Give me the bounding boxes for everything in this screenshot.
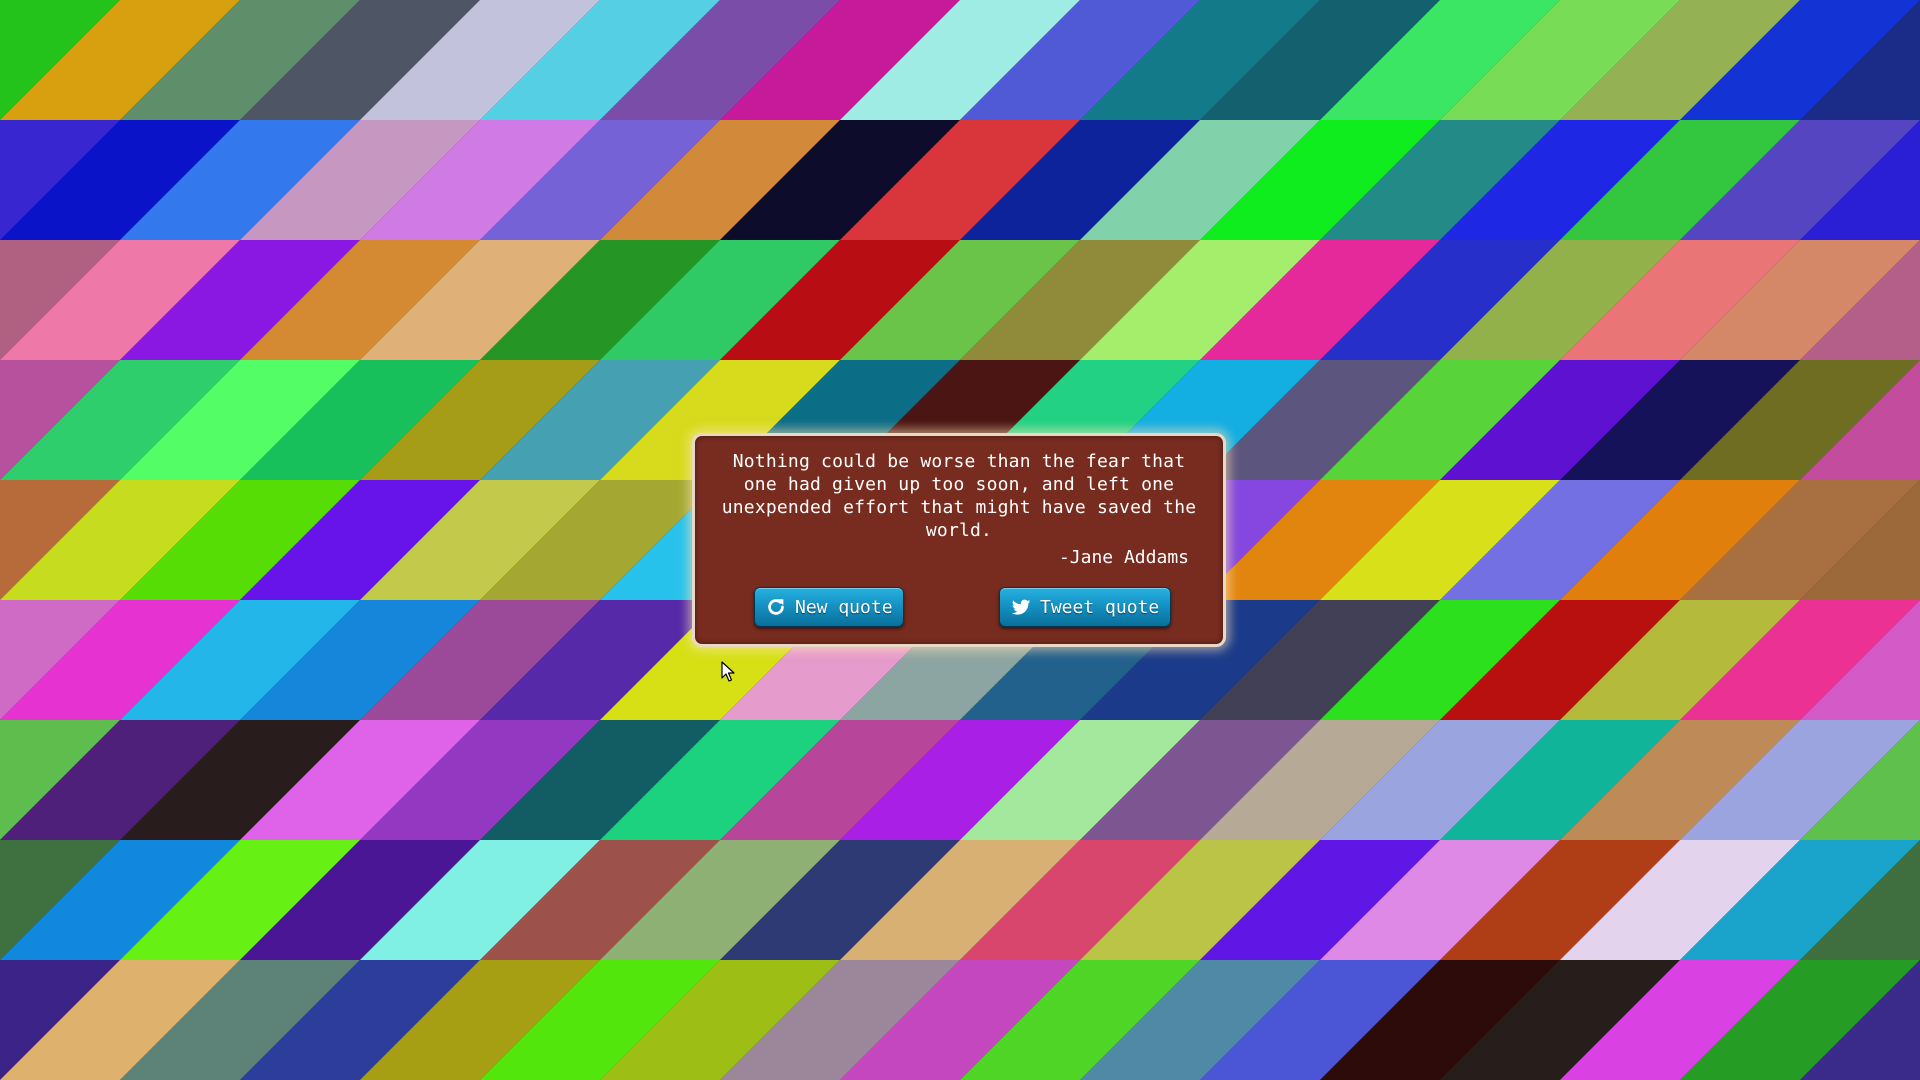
new-quote-label: New quote — [795, 596, 893, 618]
quote-text: Nothing could be worse than the fear tha… — [721, 451, 1197, 541]
tweet-quote-label: Tweet quote — [1040, 596, 1160, 618]
quote-box: Nothing could be worse than the fear tha… — [692, 433, 1226, 647]
mouse-cursor-icon — [721, 661, 735, 682]
tweet-quote-button[interactable]: Tweet quote — [999, 587, 1171, 627]
refresh-icon — [765, 596, 787, 618]
new-quote-button[interactable]: New quote — [754, 587, 904, 627]
twitter-bird-icon — [1010, 596, 1032, 618]
app-background: Nothing could be worse than the fear tha… — [0, 0, 1920, 1080]
quote-author: -Jane Addams — [1058, 547, 1189, 568]
